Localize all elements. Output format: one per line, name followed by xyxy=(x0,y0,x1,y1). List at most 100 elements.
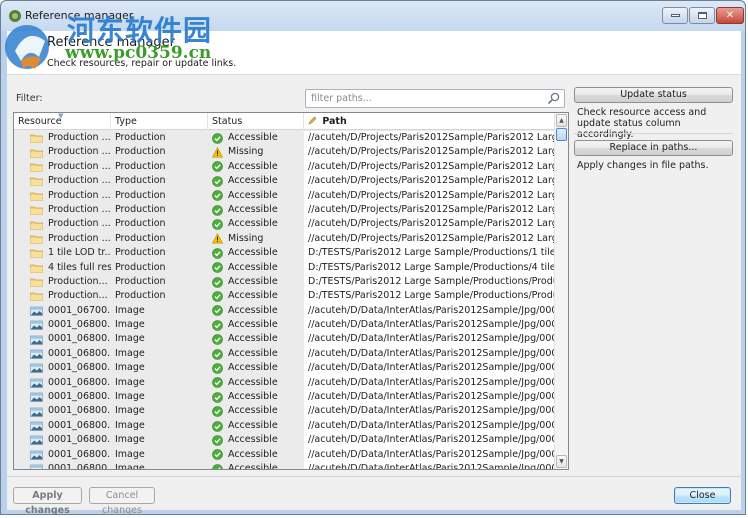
cell-path[interactable]: //acuteh/D/Data/InterAtlas/Paris2012Samp… xyxy=(304,375,555,391)
column-header-type[interactable]: Type xyxy=(111,113,208,130)
table-row[interactable]: Production ... Production Accessible //acut… xyxy=(14,159,555,175)
replace-in-paths-button[interactable]: Replace in paths... xyxy=(574,140,733,156)
folder-icon xyxy=(30,149,43,158)
cell-status: Accessible xyxy=(208,261,304,275)
column-header-status[interactable]: Status xyxy=(208,113,304,130)
cell-path[interactable]: D:/TESTS/Paris2012 Large Sample/Producti… xyxy=(304,260,555,275)
status-text: Missing xyxy=(228,232,264,244)
cell-path[interactable]: //acuteh/D/Projects/Paris2012Sample/Pari… xyxy=(304,145,555,160)
table-row[interactable]: Production ... Production Accessible //acut… xyxy=(14,188,555,203)
cell-path[interactable]: D:/TESTS/Paris2012 Large Sample/Producti… xyxy=(304,246,555,261)
cell-path[interactable]: //acuteh/D/Projects/Paris2012Sample/Pari… xyxy=(304,217,555,232)
maximize-button[interactable] xyxy=(689,7,715,24)
cell-path[interactable]: //acuteh/D/Data/InterAtlas/Paris2012Samp… xyxy=(304,447,555,462)
table-row[interactable]: 0001_06800... Image Accessible //acuteh/D/D… xyxy=(14,418,555,434)
cell-path[interactable]: //acuteh/D/Data/InterAtlas/Paris2012Samp… xyxy=(304,433,555,448)
table-row[interactable]: Production... Production Accessible D:/TEST… xyxy=(14,289,555,304)
cell-status: Accessible xyxy=(208,361,304,375)
image-icon xyxy=(30,436,43,446)
table-row[interactable]: Production ... Production Accessible //acut… xyxy=(14,131,555,146)
table-row[interactable]: 0001_06800... Image Accessible //acuteh/D/D… xyxy=(14,447,555,462)
table-row[interactable]: 0001_06800... Image Accessible //acuteh/D/D… xyxy=(14,433,555,448)
cell-path[interactable]: //acuteh/D/Projects/Paris2012Sample/Pari… xyxy=(304,188,555,203)
scroll-down-button[interactable]: ▼ xyxy=(556,455,567,468)
table-row[interactable]: 0001_06700... Image Accessible //acuteh/D/D… xyxy=(14,303,555,319)
table-row[interactable]: 4 tiles full res Production Accessible D:/T… xyxy=(14,260,555,275)
cell-path[interactable]: D:/TESTS/Paris2012 Large Sample/Producti… xyxy=(304,289,555,304)
minimize-icon xyxy=(670,14,680,17)
column-header-path[interactable]: Path xyxy=(304,113,555,130)
status-text: Accessible xyxy=(228,132,278,143)
check-circle-icon xyxy=(212,363,223,374)
scroll-up-button[interactable]: ▲ xyxy=(556,114,567,127)
cell-status: Accessible xyxy=(208,462,304,469)
cancel-changes-button[interactable]: Cancel changes xyxy=(89,487,155,516)
table-row[interactable]: Production ... Production Missing //acuteh/… xyxy=(14,145,555,160)
table-row[interactable]: 0001_06800... Image Accessible //acuteh/D/D… xyxy=(14,390,555,405)
resource-name: Production ... xyxy=(48,146,111,158)
table-row[interactable]: 0001_06800... Image Accessible //acuteh/D/D… xyxy=(14,404,555,419)
update-status-button[interactable]: Update status xyxy=(574,87,733,103)
cell-path[interactable]: //acuteh/D/Projects/Paris2012Sample/Pari… xyxy=(304,159,555,175)
cell-type: Production xyxy=(115,175,166,187)
cell-type: Production xyxy=(115,189,166,201)
window-close-button[interactable]: ✕ xyxy=(716,7,744,24)
cell-path[interactable]: //acuteh/D/Data/InterAtlas/Paris2012Samp… xyxy=(304,361,555,376)
table-row[interactable]: 0001_06800... Image Accessible //acuteh/D/D… xyxy=(14,375,555,391)
cell-type: Image xyxy=(115,462,145,470)
apply-changes-button[interactable]: Apply changes xyxy=(13,487,82,516)
minimize-button[interactable] xyxy=(662,7,688,24)
filter-paths-input[interactable]: filter paths... xyxy=(305,89,565,108)
table-row[interactable]: Production ... Production Accessible //acut… xyxy=(14,202,555,218)
folder-icon xyxy=(30,221,43,230)
app-icon xyxy=(9,10,21,22)
table-row[interactable]: 0001_06800... Image Accessible //acuteh/D/D… xyxy=(14,361,555,376)
cell-type: Production xyxy=(115,275,166,287)
table-row[interactable]: 0001_06800... Image Accessible //acuteh/D/D… xyxy=(14,346,555,362)
check-circle-icon xyxy=(212,132,223,144)
cell-resource: 0001_06800... xyxy=(14,448,111,462)
cell-type: Production xyxy=(115,160,166,172)
cell-path[interactable]: //acuteh/D/Projects/Paris2012Sample/Pari… xyxy=(304,131,555,146)
cell-path[interactable]: //acuteh/D/Data/InterAtlas/Paris2012Samp… xyxy=(304,346,555,362)
search-icon[interactable] xyxy=(547,92,560,105)
cell-type: Image xyxy=(115,347,145,359)
cell-path[interactable]: //acuteh/D/Data/InterAtlas/Paris2012Samp… xyxy=(304,461,555,469)
cell-path[interactable]: //acuteh/D/Data/InterAtlas/Paris2012Samp… xyxy=(304,404,555,419)
side-divider xyxy=(574,133,733,134)
cell-status: Accessible xyxy=(208,376,304,390)
close-button[interactable]: Close xyxy=(674,487,731,504)
vertical-scrollbar[interactable]: ▲ ▼ xyxy=(554,113,568,469)
cell-status: Accessible xyxy=(208,189,304,203)
sort-indicator-icon: ▼ xyxy=(58,112,64,120)
table-row[interactable]: 1 tile LOD tr... Production Accessible D:/T… xyxy=(14,246,555,261)
column-header-resource[interactable]: ▼ Resource xyxy=(14,113,111,130)
resource-name: Production ... xyxy=(48,232,111,244)
table-row[interactable]: Production... Production Accessible D:/TEST… xyxy=(14,274,555,290)
warning-icon xyxy=(212,233,223,244)
table-row[interactable]: Production ... Production Accessible //acut… xyxy=(14,174,555,189)
cell-path[interactable]: //acuteh/D/Data/InterAtlas/Paris2012Samp… xyxy=(304,418,555,434)
scroll-thumb[interactable] xyxy=(556,128,567,141)
status-text: Accessible xyxy=(228,391,278,403)
cell-path[interactable]: //acuteh/D/Data/InterAtlas/Paris2012Samp… xyxy=(304,303,555,319)
title-bar[interactable]: Reference manager ✕ xyxy=(1,1,745,31)
table-row[interactable]: Production ... Production Missing //acuteh/… xyxy=(14,231,555,247)
image-icon xyxy=(30,378,43,388)
cell-path[interactable]: D:/TESTS/Paris2012 Large Sample/Producti… xyxy=(304,274,555,290)
table-row[interactable]: 0001_06800... Image Accessible //acuteh/D/D… xyxy=(14,461,555,470)
status-text: Accessible xyxy=(228,261,278,273)
cell-path[interactable]: //acuteh/D/Projects/Paris2012Sample/Pari… xyxy=(304,174,555,189)
cell-path[interactable]: //acuteh/D/Data/InterAtlas/Paris2012Samp… xyxy=(304,318,555,333)
resource-name: 0001_06800... xyxy=(48,434,111,446)
cell-path[interactable]: //acuteh/D/Projects/Paris2012Sample/Pari… xyxy=(304,231,555,247)
cell-path[interactable]: //acuteh/D/Data/InterAtlas/Paris2012Samp… xyxy=(304,332,555,347)
table-row[interactable]: 0001_06800... Image Accessible //acuteh/D/D… xyxy=(14,332,555,347)
table-header: ▼ Resource Type Status Path xyxy=(14,113,555,130)
folder-icon xyxy=(30,293,43,302)
cell-path[interactable]: //acuteh/D/Projects/Paris2012Sample/Pari… xyxy=(304,202,555,218)
table-row[interactable]: Production ... Production Accessible //acut… xyxy=(14,217,555,232)
cell-path[interactable]: //acuteh/D/Data/InterAtlas/Paris2012Samp… xyxy=(304,390,555,405)
table-row[interactable]: 0001_06800... Image Accessible //acuteh/D/D… xyxy=(14,318,555,333)
check-circle-icon xyxy=(212,391,223,403)
